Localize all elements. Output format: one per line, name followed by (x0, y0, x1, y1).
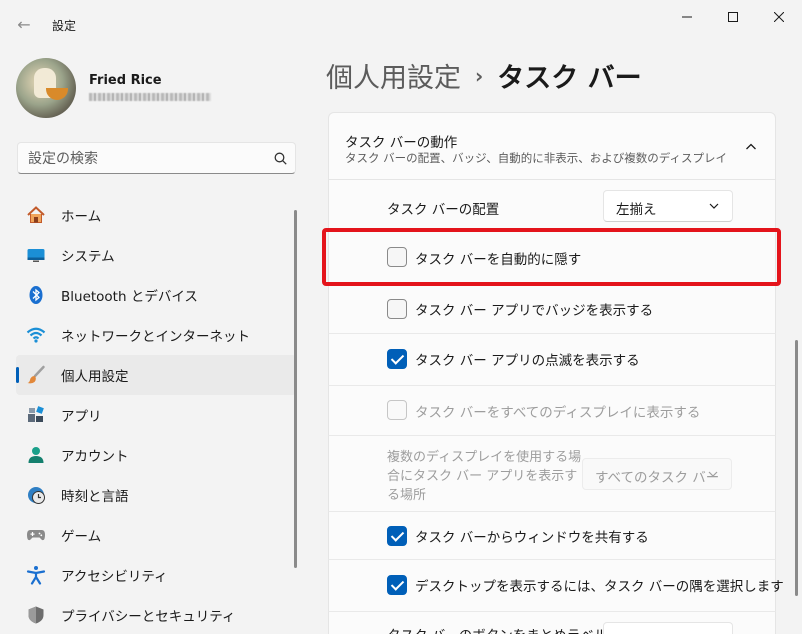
sidebar-item-label: ホーム (61, 209, 102, 225)
close-button[interactable] (756, 0, 802, 34)
minimize-button[interactable] (664, 0, 710, 34)
sidebar-item-network[interactable]: ネットワークとインターネット (16, 315, 296, 355)
alignment-label: タスク バーの配置 (387, 202, 500, 218)
sidebar-item-label: ネットワークとインターネット (61, 329, 250, 345)
account-icon (26, 445, 46, 465)
alignment-row: タスク バーの配置 左揃え (328, 180, 776, 232)
sidebar-item-personalization[interactable]: 個人用設定 (16, 355, 296, 395)
sidebar-scrollbar[interactable] (294, 210, 297, 568)
show-desktop-checkbox[interactable] (387, 575, 407, 595)
badges-label[interactable]: タスク バー アプリでバッジを表示する (415, 299, 653, 319)
show-desktop-row: デスクトップを表示するには、タスク バーの隅を選択します (328, 560, 784, 612)
sidebar-item-label: システム (61, 249, 115, 265)
combine-buttons-row: タスク バーのボタンをまとめラベルを (328, 612, 776, 634)
alignment-dropdown[interactable]: 左揃え (603, 190, 733, 222)
sidebar-item-apps[interactable]: アプリ (16, 395, 296, 435)
sidebar-item-label: アプリ (61, 409, 102, 425)
multi-display-dropdown[interactable]: すべてのタスク バー (582, 458, 732, 490)
sidebar-item-label: Bluetooth とデバイス (61, 289, 198, 305)
home-icon (26, 205, 46, 225)
taskbar-behaviors-group: タスク バーの動作 タスク バーの配置、バッジ、自動的に非表示、および複数のディ… (328, 112, 784, 634)
user-name: Fried Rice (89, 73, 162, 88)
sidebar-item-gaming[interactable]: ゲーム (16, 515, 296, 555)
close-icon (774, 12, 784, 22)
flashing-label[interactable]: タスク バー アプリの点滅を表示する (415, 349, 640, 369)
sidebar-item-label: 個人用設定 (61, 369, 129, 385)
multi-display-label-line3: る場所 (387, 488, 427, 503)
group-title: タスク バーの動作 (345, 135, 458, 151)
breadcrumb: 個人用設定 › タスク バー (326, 56, 642, 95)
main-scrollbar[interactable] (795, 340, 798, 596)
all-displays-row: タスク バーをすべてのディスプレイに表示する (328, 386, 776, 436)
combine-buttons-dropdown[interactable] (603, 622, 733, 634)
wifi-icon (26, 325, 46, 345)
multi-display-row: 複数のディスプレイを使用する場 合にタスク バー アプリを表示す る場所 すべて… (328, 436, 776, 512)
sidebar-item-label: プライバシーとセキュリティ (61, 609, 236, 625)
breadcrumb-parent[interactable]: 個人用設定 (326, 63, 461, 94)
multi-display-value: すべてのタスク バー (595, 470, 720, 486)
auto-hide-checkbox[interactable] (387, 247, 407, 267)
title-bar: ← 設定 (0, 0, 802, 48)
sidebar-item-label: アカウント (61, 449, 129, 465)
breadcrumb-separator: › (475, 64, 484, 88)
sidebar-item-label: ゲーム (61, 529, 102, 545)
back-button[interactable]: ← (12, 12, 36, 36)
sidebar-item-accounts[interactable]: アカウント (16, 435, 296, 475)
system-icon (26, 245, 46, 265)
sidebar-item-label: アクセシビリティ (61, 569, 168, 585)
sidebar-item-label: 時刻と言語 (61, 489, 129, 505)
sidebar-item-system[interactable]: システム (16, 235, 296, 275)
all-displays-label: タスク バーをすべてのディスプレイに表示する (415, 405, 701, 421)
page-title: タスク バー (497, 63, 642, 94)
search-box[interactable] (17, 142, 296, 174)
user-profile[interactable]: Fried Rice (16, 58, 296, 118)
chevron-down-icon (708, 200, 720, 212)
sidebar-item-accessibility[interactable]: アクセシビリティ (16, 555, 296, 595)
sidebar-item-time-language[interactable]: 時刻と言語 (16, 475, 296, 515)
back-arrow-icon: ← (17, 14, 31, 34)
alignment-value: 左揃え (616, 202, 657, 218)
brush-icon (26, 365, 46, 385)
search-icon[interactable] (272, 150, 288, 166)
sidebar-item-bluetooth[interactable]: Bluetooth とデバイス (16, 275, 296, 315)
flashing-row: タスク バー アプリの点滅を表示する (328, 334, 776, 386)
apps-icon (26, 405, 46, 425)
share-window-checkbox[interactable] (387, 526, 407, 546)
auto-hide-label[interactable]: タスク バーを自動的に隠す (415, 248, 581, 268)
combine-buttons-label: タスク バーのボタンをまとめラベルを (387, 624, 621, 634)
badges-checkbox[interactable] (387, 299, 407, 319)
maximize-button[interactable] (710, 0, 756, 34)
multi-display-label-line2: 合にタスク バー アプリを表示す (387, 469, 578, 484)
multi-display-label-line1: 複数のディスプレイを使用する場 (387, 450, 582, 465)
sidebar-item-privacy-security[interactable]: プライバシーとセキュリティ (16, 595, 296, 634)
user-email-redacted (89, 93, 211, 101)
chevron-down-icon (707, 468, 719, 480)
group-header[interactable]: タスク バーの動作 タスク バーの配置、バッジ、自動的に非表示、および複数のディ… (328, 112, 776, 180)
badges-row: タスク バー アプリでバッジを表示する (328, 284, 776, 334)
sidebar-nav: ホーム システム Bluetooth とデバイス ネットワークとインターネット … (16, 195, 296, 634)
share-window-row: タスク バーからウィンドウを共有する (328, 512, 776, 560)
chevron-up-icon[interactable] (741, 137, 761, 157)
search-input[interactable] (28, 149, 258, 169)
auto-hide-row: タスク バーを自動的に隠す (328, 232, 776, 284)
sidebar-item-home[interactable]: ホーム (16, 195, 296, 235)
share-window-label[interactable]: タスク バーからウィンドウを共有する (415, 526, 649, 546)
avatar (16, 58, 76, 118)
maximize-icon (728, 12, 738, 22)
shield-icon (26, 605, 46, 625)
app-title: 設定 (52, 19, 77, 33)
accessibility-icon (26, 565, 46, 585)
flashing-checkbox[interactable] (387, 349, 407, 369)
clock-globe-icon (26, 485, 46, 505)
group-subtitle: タスク バーの配置、バッジ、自動的に非表示、および複数のディスプレイ (345, 151, 728, 165)
gamepad-icon (26, 525, 46, 545)
show-desktop-label[interactable]: デスクトップを表示するには、タスク バーの隅を選択します (415, 575, 784, 595)
bluetooth-icon (26, 285, 46, 305)
all-displays-checkbox[interactable] (387, 400, 407, 420)
minimize-icon (682, 16, 692, 18)
